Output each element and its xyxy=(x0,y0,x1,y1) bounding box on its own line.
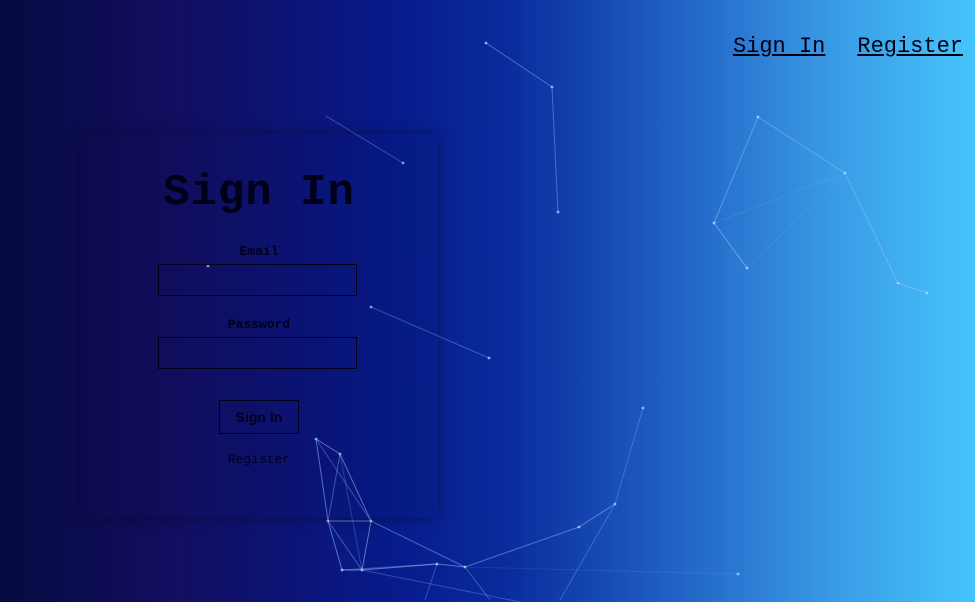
email-input[interactable] xyxy=(158,264,357,296)
network-node xyxy=(756,115,760,119)
network-node xyxy=(484,41,488,45)
network-line xyxy=(361,520,372,571)
network-line xyxy=(897,282,928,294)
register-link[interactable]: Register xyxy=(80,452,438,467)
network-line xyxy=(757,116,846,174)
network-line xyxy=(485,42,553,88)
network-line xyxy=(424,563,438,601)
nav-sign-in-link[interactable]: Sign In xyxy=(733,34,825,59)
page-title: Sign In xyxy=(163,168,355,218)
network-node xyxy=(369,519,373,523)
network-node xyxy=(896,281,900,285)
sign-in-button[interactable]: Sign In xyxy=(219,400,299,434)
network-node xyxy=(487,356,491,360)
network-line xyxy=(551,86,559,213)
network-line xyxy=(713,116,759,224)
network-line xyxy=(370,520,466,568)
network-node xyxy=(360,568,364,572)
network-node xyxy=(843,171,847,175)
network-node xyxy=(340,568,344,572)
network-line xyxy=(361,569,521,602)
network-node xyxy=(556,210,560,214)
network-node xyxy=(577,525,581,529)
network-node xyxy=(745,266,749,270)
network-line xyxy=(713,172,846,224)
password-label: Password xyxy=(227,317,291,332)
email-label: Email xyxy=(239,244,279,259)
password-input[interactable] xyxy=(158,337,357,369)
network-node xyxy=(550,85,554,89)
network-line xyxy=(464,526,580,568)
network-node xyxy=(712,221,716,225)
network-node xyxy=(925,291,929,295)
network-line xyxy=(578,503,616,528)
top-navigation: Sign In Register xyxy=(733,34,963,59)
network-line xyxy=(713,222,748,269)
network-line xyxy=(844,172,899,284)
network-line xyxy=(746,172,846,269)
network-node xyxy=(641,406,645,410)
network-node xyxy=(326,519,330,523)
network-line xyxy=(341,563,438,571)
sign-in-card: Sign In Email Password Sign In Register xyxy=(80,134,438,518)
network-line xyxy=(614,407,644,505)
network-line xyxy=(559,503,616,601)
network-node xyxy=(613,502,617,506)
nav-register-link[interactable]: Register xyxy=(857,34,963,59)
network-node xyxy=(736,572,740,576)
network-line xyxy=(327,520,343,571)
network-node xyxy=(463,565,467,569)
network-line xyxy=(464,566,739,575)
network-node xyxy=(435,562,439,566)
